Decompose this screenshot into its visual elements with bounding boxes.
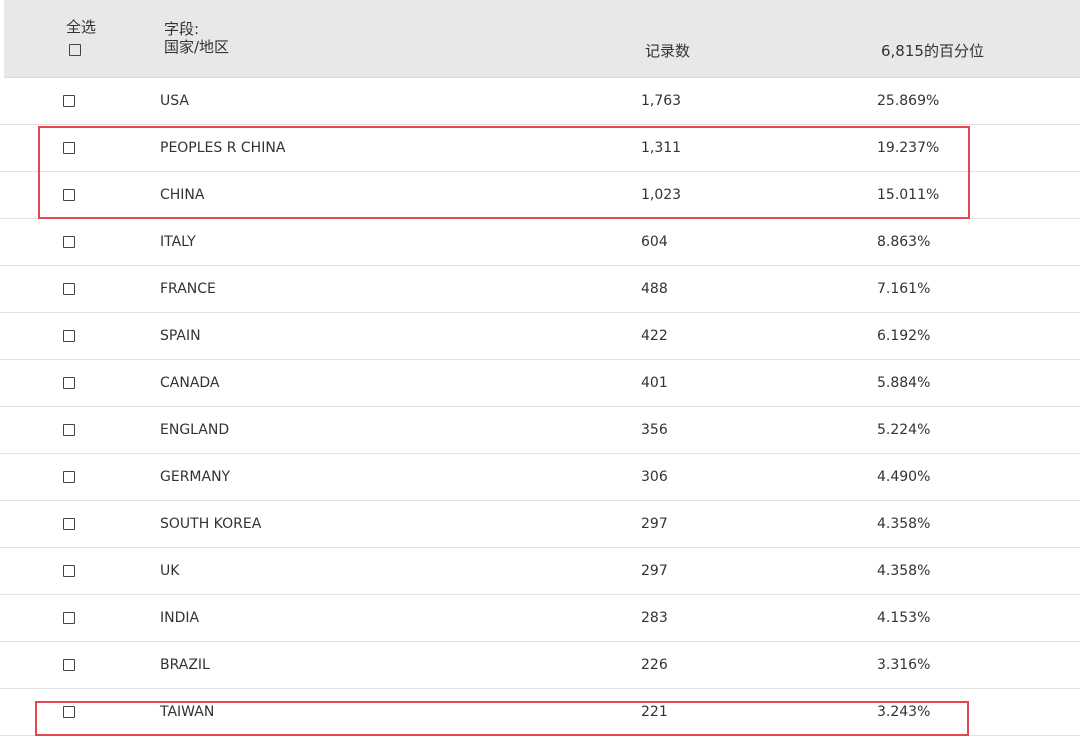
percentage-column-header: 6,815的百分位	[881, 42, 984, 60]
percentage-cell: 4.358%	[877, 563, 931, 579]
country-cell: GERMANY	[160, 469, 231, 485]
record-count-cell: 297	[641, 516, 668, 532]
percentage-cell: 3.316%	[877, 657, 931, 673]
row-checkbox[interactable]	[63, 518, 75, 530]
percentage-cell: 5.224%	[877, 422, 931, 438]
country-records-table: 全选 字段: 国家/地区 记录数 6,815的百分位 USA 1,763 25.…	[0, 0, 1080, 742]
country-cell: USA	[160, 93, 189, 109]
row-checkbox[interactable]	[63, 189, 75, 201]
row-checkbox[interactable]	[63, 283, 75, 295]
row-checkbox[interactable]	[63, 330, 75, 342]
row-checkbox[interactable]	[63, 706, 75, 718]
country-cell: BRAZIL	[160, 657, 210, 673]
field-label: 字段:	[164, 20, 200, 38]
row-checkbox[interactable]	[63, 142, 75, 154]
country-cell: CANADA	[160, 375, 220, 391]
record-count-cell: 1,311	[641, 140, 682, 156]
record-count-cell: 306	[641, 469, 668, 485]
country-cell: UK	[160, 563, 180, 579]
table-row[interactable]: CHINA 1,023 15.011%	[0, 172, 1080, 219]
row-checkbox[interactable]	[63, 659, 75, 671]
row-checkbox[interactable]	[63, 95, 75, 107]
table-row[interactable]: SPAIN 422 6.192%	[0, 313, 1080, 360]
table-row[interactable]: TAIWAN 221 3.243%	[0, 689, 1080, 736]
percentage-cell: 4.153%	[877, 610, 931, 626]
country-cell: SOUTH KOREA	[160, 516, 262, 532]
row-checkbox[interactable]	[63, 377, 75, 389]
row-checkbox[interactable]	[63, 612, 75, 624]
record-count-cell: 401	[641, 375, 668, 391]
record-count-column-header: 记录数	[645, 42, 691, 60]
record-count-cell: 356	[641, 422, 668, 438]
percentage-cell: 3.243%	[877, 704, 931, 720]
table-row[interactable]: FRANCE 488 7.161%	[0, 266, 1080, 313]
table-row[interactable]: GERMANY 306 4.490%	[0, 454, 1080, 501]
record-count-cell: 226	[641, 657, 668, 673]
table-row[interactable]: USA 1,763 25.869%	[0, 78, 1080, 125]
row-checkbox[interactable]	[63, 565, 75, 577]
select-all-label: 全选	[66, 18, 97, 36]
percentage-cell: 19.237%	[877, 140, 940, 156]
record-count-cell: 297	[641, 563, 668, 579]
row-checkbox[interactable]	[63, 236, 75, 248]
percentage-cell: 5.884%	[877, 375, 931, 391]
field-column-header: 字段: 国家/地区	[164, 20, 229, 56]
record-count-cell: 488	[641, 281, 668, 297]
country-cell: INDIA	[160, 610, 200, 626]
table-row[interactable]: CANADA 401 5.884%	[0, 360, 1080, 407]
percentage-cell: 4.358%	[877, 516, 931, 532]
percentage-cell: 6.192%	[877, 328, 931, 344]
table-row[interactable]: INDIA 283 4.153%	[0, 595, 1080, 642]
country-cell: ITALY	[160, 234, 196, 250]
country-cell: FRANCE	[160, 281, 216, 297]
country-region-label: 国家/地区	[164, 38, 230, 56]
table-row[interactable]: SOUTH KOREA 297 4.358%	[0, 501, 1080, 548]
table-body: USA 1,763 25.869% PEOPLES R CHINA 1,311 …	[0, 78, 1080, 736]
record-count-cell: 1,763	[641, 93, 682, 109]
row-checkbox[interactable]	[63, 471, 75, 483]
select-all-control[interactable]: 全选	[66, 18, 96, 60]
table-row[interactable]: UK 297 4.358%	[0, 548, 1080, 595]
percentage-cell: 7.161%	[877, 281, 931, 297]
percentage-cell: 8.863%	[877, 234, 931, 250]
table-header: 全选 字段: 国家/地区 记录数 6,815的百分位	[4, 0, 1080, 78]
record-count-cell: 422	[641, 328, 668, 344]
record-count-cell: 1,023	[641, 187, 682, 203]
country-cell: TAIWAN	[160, 704, 215, 720]
table-row[interactable]: PEOPLES R CHINA 1,311 19.237%	[0, 125, 1080, 172]
country-cell: CHINA	[160, 187, 205, 203]
table-row[interactable]: BRAZIL 226 3.316%	[0, 642, 1080, 689]
country-cell: ENGLAND	[160, 422, 230, 438]
row-checkbox[interactable]	[63, 424, 75, 436]
record-count-cell: 604	[641, 234, 668, 250]
percentage-cell: 15.011%	[877, 187, 940, 203]
select-all-checkbox[interactable]	[69, 44, 81, 56]
country-cell: SPAIN	[160, 328, 201, 344]
table-row[interactable]: ITALY 604 8.863%	[0, 219, 1080, 266]
record-count-cell: 283	[641, 610, 668, 626]
record-count-cell: 221	[641, 704, 668, 720]
table-row[interactable]: ENGLAND 356 5.224%	[0, 407, 1080, 454]
country-cell: PEOPLES R CHINA	[160, 140, 286, 156]
percentage-cell: 4.490%	[877, 469, 931, 485]
percentage-cell: 25.869%	[877, 93, 940, 109]
